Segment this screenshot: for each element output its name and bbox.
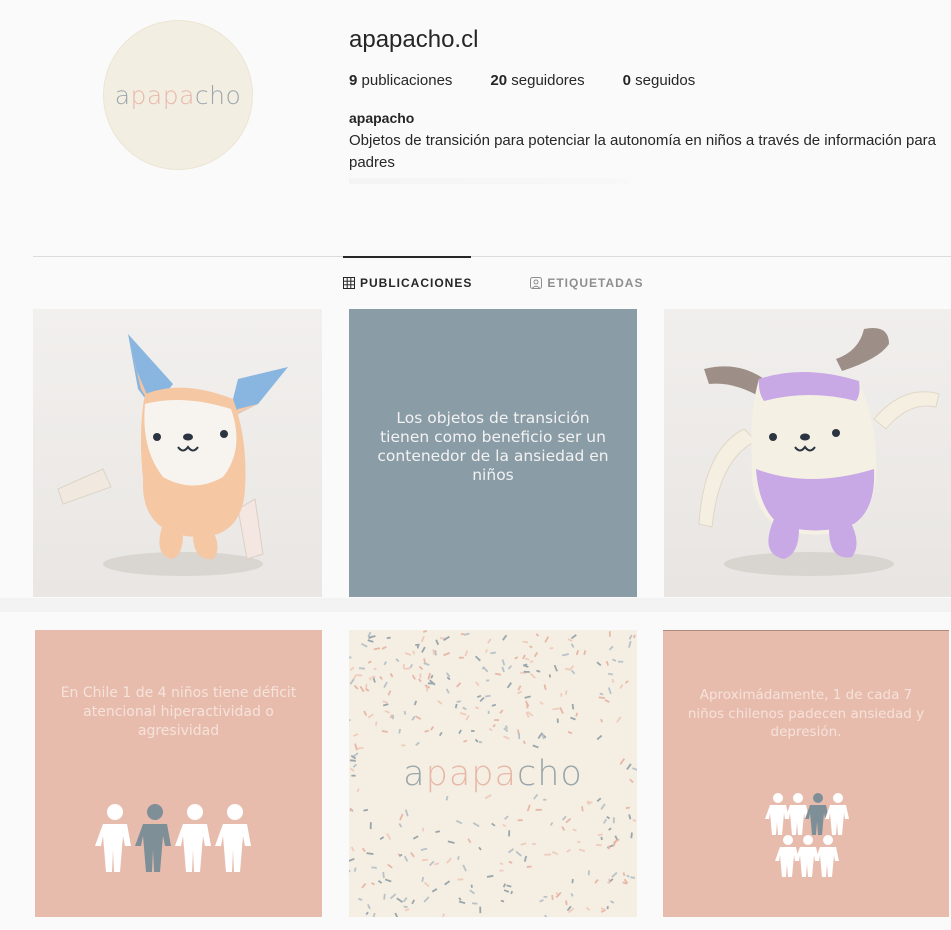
stat-following-label: seguidos xyxy=(631,72,696,89)
post-text-objetos-caption: Los objetos de transición tienen como be… xyxy=(377,409,609,484)
avatar-logo-part-3: cho xyxy=(194,80,242,110)
profile-tabs: PUBLICACIONES ETIQUETADAS xyxy=(343,276,643,290)
profile-username: apapacho.cl xyxy=(349,26,479,53)
grid-icon xyxy=(343,277,355,289)
tab-publicaciones[interactable]: PUBLICACIONES xyxy=(343,276,472,290)
profile-info: apapacho.cl 9 publicaciones 20 seguidore… xyxy=(349,26,949,184)
stat-posts: 9 publicaciones xyxy=(349,72,452,89)
avatar-logo-part-2: papa xyxy=(130,80,195,110)
plush-purple-image xyxy=(698,328,940,576)
post-logo-part-2: papa xyxy=(425,754,517,794)
active-tab-indicator xyxy=(343,256,471,258)
avatar-logo: apapacho xyxy=(115,81,242,110)
person-figure-highlight xyxy=(805,793,829,835)
tab-etiquetadas-label: ETIQUETADAS xyxy=(547,276,644,290)
post-plush-purple[interactable] xyxy=(664,309,951,597)
tag-icon xyxy=(530,277,543,289)
stat-followers[interactable]: 20 seguidores xyxy=(490,72,584,89)
post-text-ansiedad[interactable]: Aproximádamente, 1 de cada 7 niños chile… xyxy=(663,630,949,917)
plush-blue-ears-image xyxy=(57,334,288,576)
tabs-divider xyxy=(33,256,951,257)
bio-name: apapacho xyxy=(349,110,415,126)
row-separator xyxy=(0,598,951,612)
person-figure xyxy=(825,793,849,835)
stat-following[interactable]: 0 seguidos xyxy=(623,72,696,89)
post-logo-part-3: cho xyxy=(516,754,583,794)
post-text-chile[interactable]: En Chile 1 de 4 niños tiene déficit aten… xyxy=(35,630,322,917)
tab-publicaciones-label: PUBLICACIONES xyxy=(360,276,473,290)
stat-posts-label: publicaciones xyxy=(357,72,453,89)
post-text-objetos[interactable]: Los objetos de transición tienen como be… xyxy=(349,309,637,597)
person-figure xyxy=(785,793,809,835)
person-figure xyxy=(775,835,799,877)
profile-stats: 9 publicaciones 20 seguidores 0 seguidos xyxy=(349,72,949,89)
people-figures-icon xyxy=(95,804,251,872)
stat-following-count: 0 xyxy=(622,72,631,89)
post-logo-text: apapacho xyxy=(349,754,637,794)
stat-followers-label: seguidores xyxy=(507,72,585,89)
people-group-icon xyxy=(765,793,849,877)
stat-followers-count: 20 xyxy=(490,72,508,89)
avatar-logo-part-1: a xyxy=(114,80,131,110)
person-figure xyxy=(815,835,839,877)
person-figure xyxy=(765,793,789,835)
bio-text: Objetos de transición para potenciar la … xyxy=(349,132,937,171)
post-plush-blue-ears[interactable] xyxy=(33,309,322,597)
profile-header: apapacho apapacho.cl 9 publicaciones 20 … xyxy=(0,0,951,240)
post-logo-confetti[interactable]: apapacho xyxy=(349,630,637,917)
tab-etiquetadas[interactable]: ETIQUETADAS xyxy=(530,276,643,290)
person-figure xyxy=(795,835,819,877)
post-logo-part-1: a xyxy=(403,754,426,794)
bio-faded-line xyxy=(349,178,629,184)
profile-avatar[interactable]: apapacho xyxy=(103,20,253,170)
